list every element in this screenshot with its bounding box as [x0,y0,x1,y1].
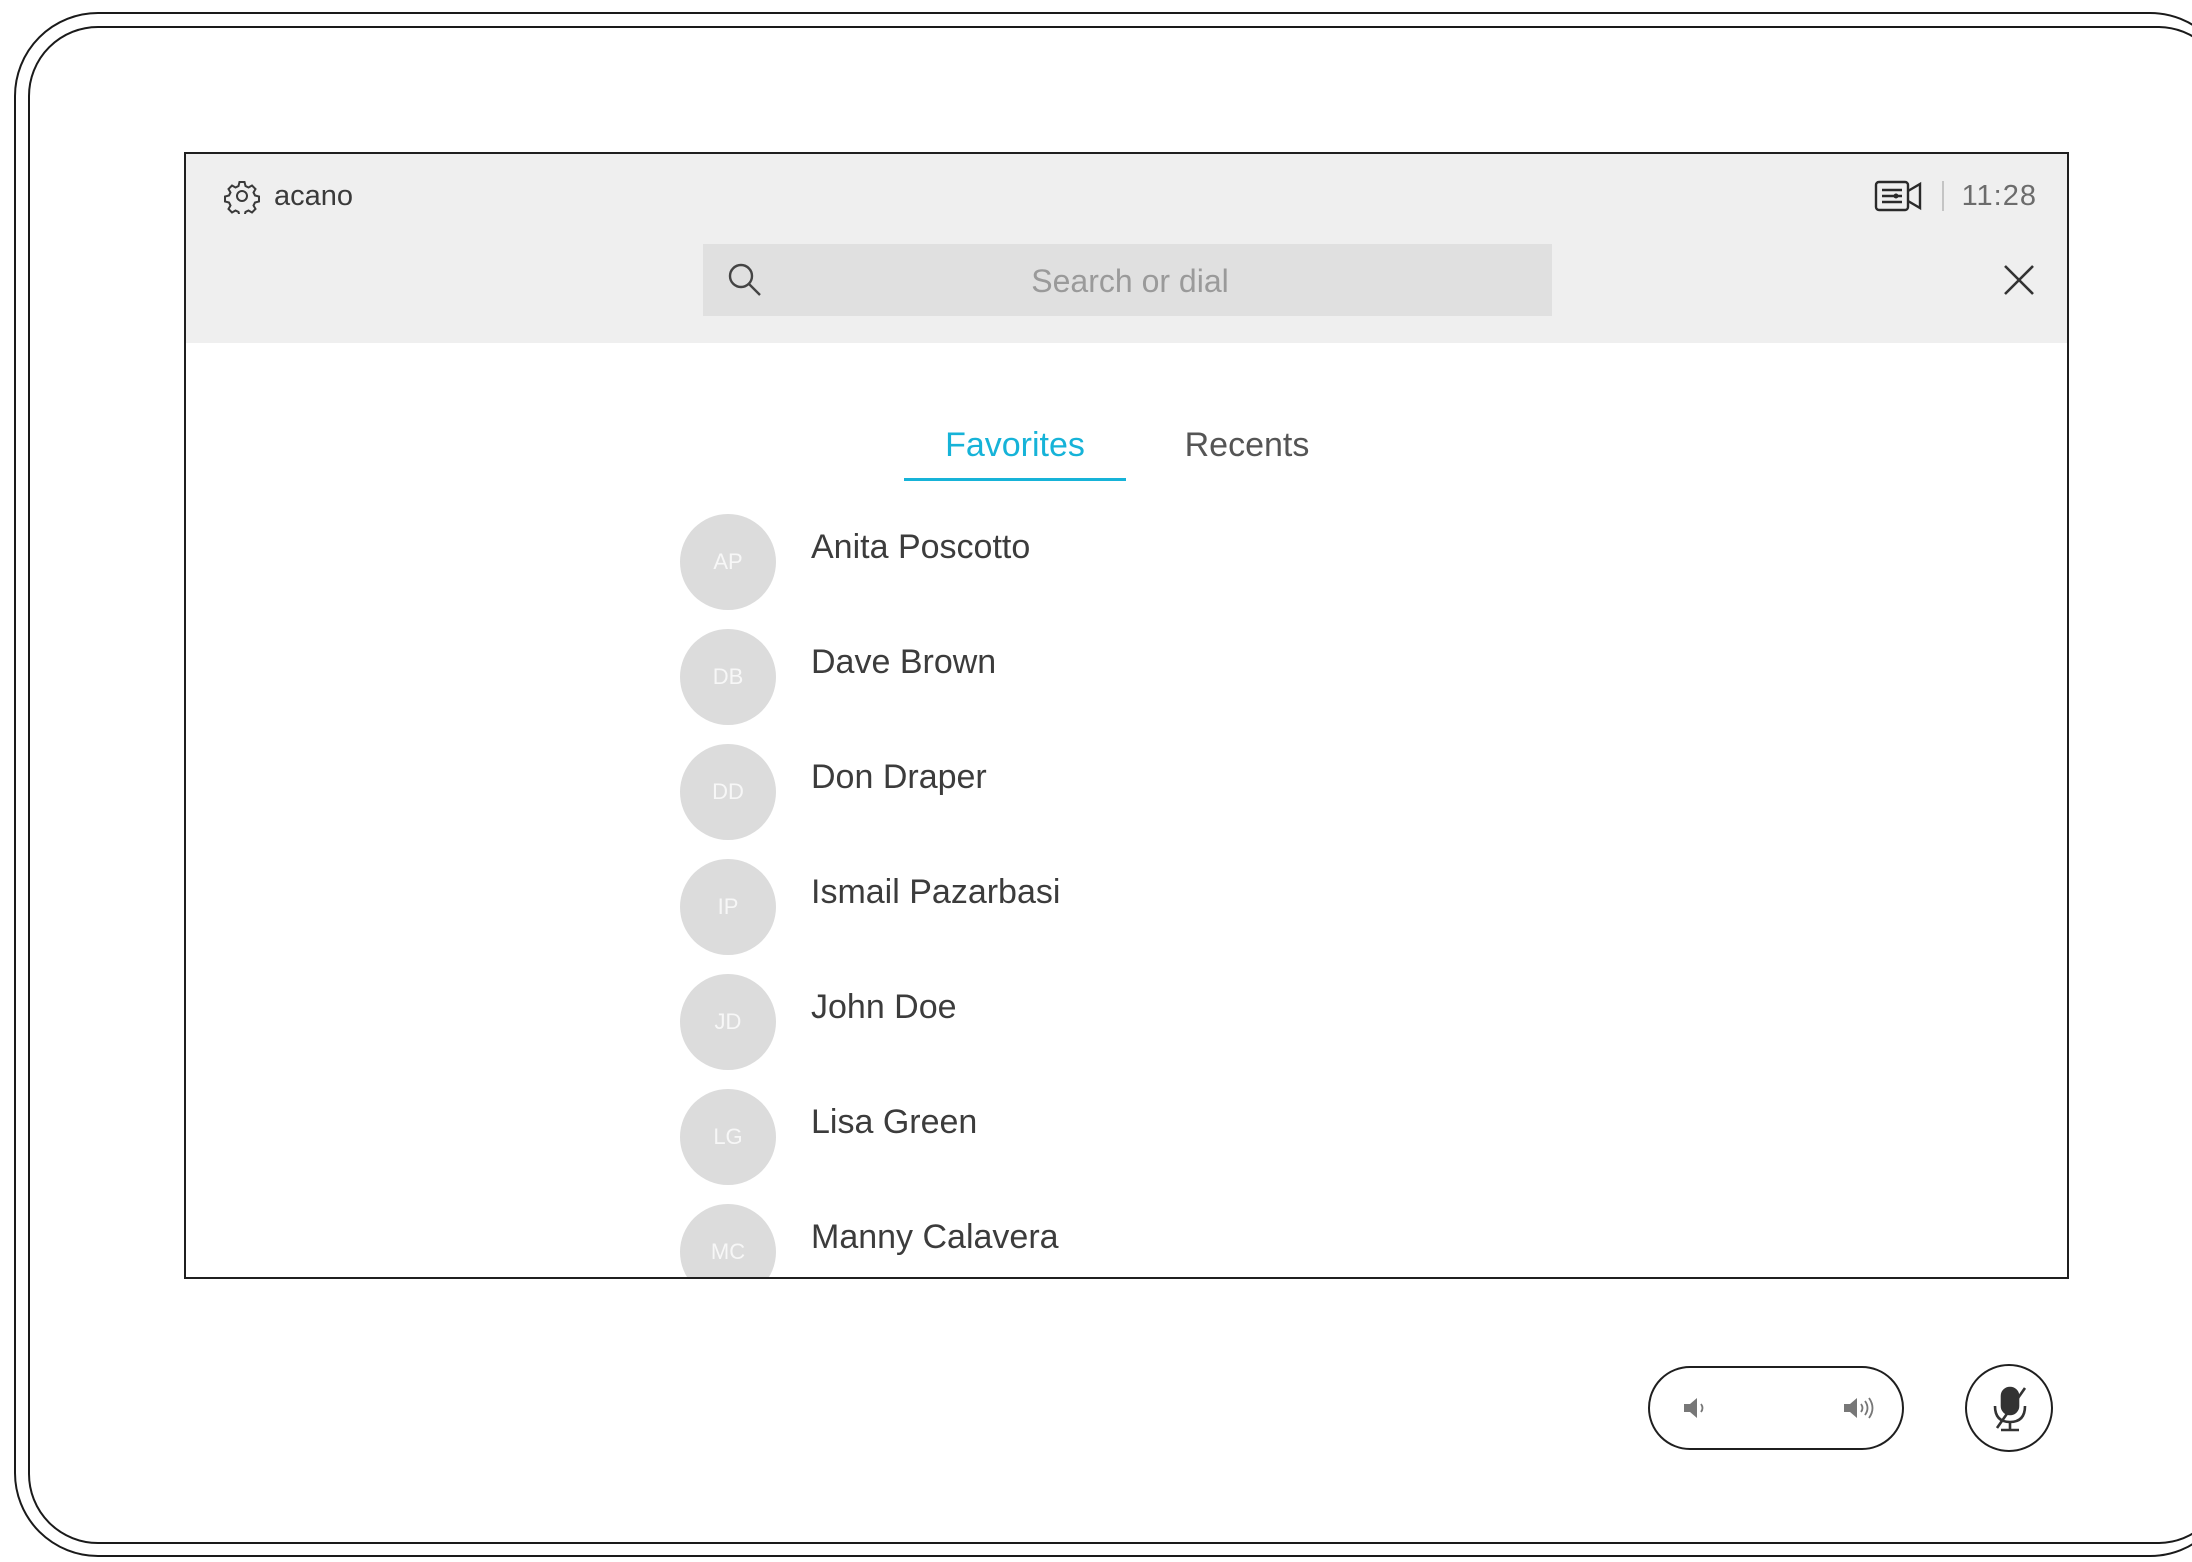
touch-screen: acano 11:28 Search or dial Favorites Rec… [184,152,2069,1279]
contact-name: Ismail Pazarbasi [811,873,1061,911]
contact-name: Manny Calavera [811,1218,1059,1256]
settings-brand[interactable]: acano [224,176,353,216]
mute-button[interactable] [1965,1364,2053,1452]
list-item[interactable]: MC Manny Calavera [496,1204,1896,1277]
avatar: DB [680,629,776,725]
avatar: JD [680,974,776,1070]
avatar: DD [680,744,776,840]
gear-icon [224,181,260,214]
header-bar: acano 11:28 [186,154,2067,343]
contact-name: Dave Brown [811,643,997,681]
tab-bar: Favorites Recents [186,421,2067,481]
microphone-muted-icon [1993,1386,2027,1432]
volume-down-icon[interactable] [1680,1393,1710,1423]
close-icon[interactable] [1997,258,2041,302]
tab-favorites[interactable]: Favorites [904,421,1126,481]
clock: 11:28 [1961,179,2037,212]
contact-name: Don Draper [811,758,987,796]
contact-name: John Doe [811,988,957,1026]
contact-list: AP Anita Poscotto DB Dave Brown DD Don D… [496,514,1896,1277]
search-bar[interactable] [703,244,1552,318]
video-controls-icon[interactable] [1874,179,1924,213]
avatar: IP [680,859,776,955]
avatar: LG [680,1089,776,1185]
volume-up-icon[interactable] [1840,1393,1880,1423]
status-area: 11:28 [1874,176,2037,216]
search-icon [728,263,761,296]
volume-control[interactable] [1648,1366,1904,1450]
contact-name: Anita Poscotto [811,528,1031,566]
status-separator [1941,181,1944,211]
search-input[interactable] [783,244,1477,318]
avatar: AP [680,514,776,610]
brand-label: acano [274,179,354,212]
contact-name: Lisa Green [811,1103,978,1141]
tab-recents[interactable]: Recents [1152,421,1342,481]
